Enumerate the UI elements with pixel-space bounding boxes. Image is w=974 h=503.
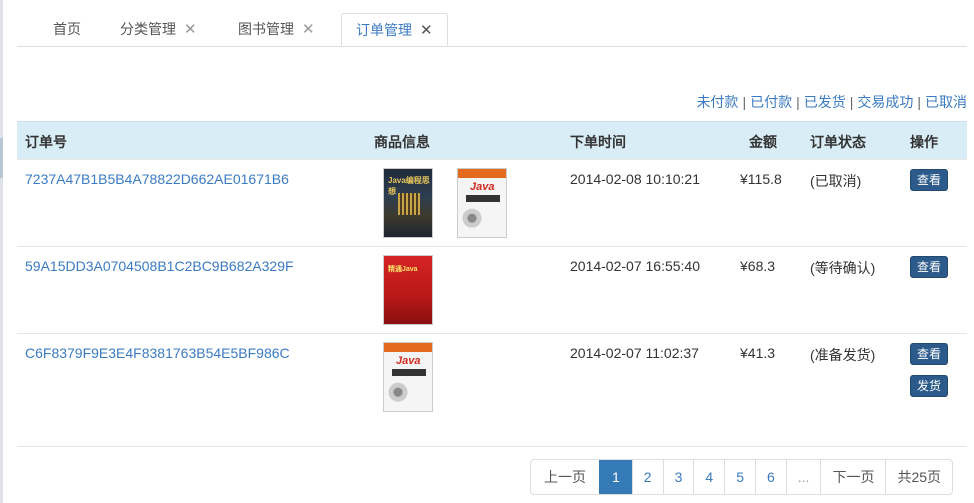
order-status-filters: 未付款 | 已付款 | 已发货 | 交易成功 | 已取消 [696,92,967,112]
header-time: 下单时间 [570,134,626,150]
header-status: 订单状态 [810,134,866,150]
tab-bar: 首页 分类管理 ✕ 图书管理 ✕ 订单管理 ✕ [17,13,967,47]
table-row: 7237A47B1B5B4A78822D662AE01671B6 Java编程思… [17,159,967,246]
cover-band [384,343,432,352]
filter-separator: | [849,94,854,110]
order-number-link[interactable]: 7237A47B1B5B4A78822D662AE01671B6 [25,171,289,187]
book-cover-image[interactable]: Java [383,342,433,412]
close-icon[interactable]: ✕ [184,14,197,46]
close-icon[interactable]: ✕ [420,15,433,47]
tab-category-manage[interactable]: 分类管理 ✕ [106,13,211,45]
order-status: (准备发货) [810,347,876,363]
tab-label: 订单管理 [356,22,412,38]
divider [17,446,967,447]
filter-unpaid[interactable]: 未付款 [696,94,738,110]
view-order-button[interactable]: 查看 [910,256,948,278]
page-ellipsis: ... [785,460,821,494]
order-time: 2014-02-07 11:02:37 [570,345,699,361]
book-cover-image[interactable]: Java [457,168,507,238]
ship-order-button[interactable]: 发货 [910,375,948,397]
order-amount: ¥68.3 [740,258,776,274]
order-amount: ¥41.3 [740,345,776,361]
filter-separator: | [917,94,921,110]
order-amount: ¥115.8 [740,171,782,187]
total-pages: 共25页 [885,460,952,494]
page-button-5[interactable]: 5 [724,460,755,494]
cover-artwork [388,381,408,409]
filter-shipped[interactable]: 已发货 [804,94,846,110]
book-cover-image[interactable]: 精通Java [383,255,433,325]
page-button-4[interactable]: 4 [693,460,724,494]
header-order-no: 订单号 [25,134,67,150]
header-goods: 商品信息 [374,134,430,150]
order-number-link[interactable]: 59A15DD3A0704508B1C2BC9B682A329F [25,258,294,274]
cover-subtitle-bar [466,195,500,202]
filter-separator: | [796,94,800,110]
order-status: (已取消) [810,173,862,189]
orders-table: 订单号 商品信息 下单时间 金额 订单状态 操作 7237A47B1B5B4A7… [17,121,967,449]
page-button-2[interactable]: 2 [631,460,663,494]
filter-completed[interactable]: 交易成功 [857,94,913,110]
sidebar-edge [0,0,3,503]
sidebar-edge-active-marker [0,138,3,178]
page-button-3[interactable]: 3 [662,460,694,494]
pagination: 上一页 1 2 3 4 5 6 ... 下一页 共25页 [530,459,954,495]
filter-separator: | [742,94,747,110]
tab-book-manage[interactable]: 图书管理 ✕ [224,13,329,45]
tab-label: 图书管理 [238,21,294,37]
order-status: (等待确认) [810,260,876,276]
order-time: 2014-02-07 16:55:40 [570,258,700,274]
cover-artwork [462,207,482,235]
book-cover-title: Java [470,181,495,193]
order-time: 2014-02-08 10:10:21 [570,171,700,187]
table-row: 59A15DD3A0704508B1C2BC9B682A329F 精通Java … [17,246,967,333]
close-icon[interactable]: ✕ [302,14,315,46]
book-cover-image[interactable]: Java编程思想 [383,168,433,238]
book-cover-title: Java [396,355,421,367]
table-header: 订单号 商品信息 下单时间 金额 订单状态 操作 [17,121,967,159]
header-amount: 金额 [749,134,777,150]
header-action: 操作 [910,134,938,150]
tab-home[interactable]: 首页 [39,13,95,45]
next-page-button[interactable]: 下一页 [820,460,885,494]
cover-band [458,169,506,178]
view-order-button[interactable]: 查看 [910,169,948,191]
filter-cancelled[interactable]: 已取消 [925,94,967,110]
tab-label: 分类管理 [120,21,176,37]
book-cover-title: 精通Java [388,266,418,273]
cover-subtitle-bar [392,369,426,376]
page-button-1[interactable]: 1 [599,460,632,494]
filter-paid[interactable]: 已付款 [750,94,792,110]
table-row: C6F8379F9E3E4F8381763B54E5BF986C Java 20… [17,333,967,449]
tab-label: 首页 [53,21,81,37]
cover-artwork [398,193,420,215]
page-button-6[interactable]: 6 [754,460,786,494]
prev-page-button[interactable]: 上一页 [531,460,599,494]
tab-order-manage[interactable]: 订单管理 ✕ [341,13,448,46]
order-number-link[interactable]: C6F8379F9E3E4F8381763B54E5BF986C [25,345,290,361]
view-order-button[interactable]: 查看 [910,343,948,365]
